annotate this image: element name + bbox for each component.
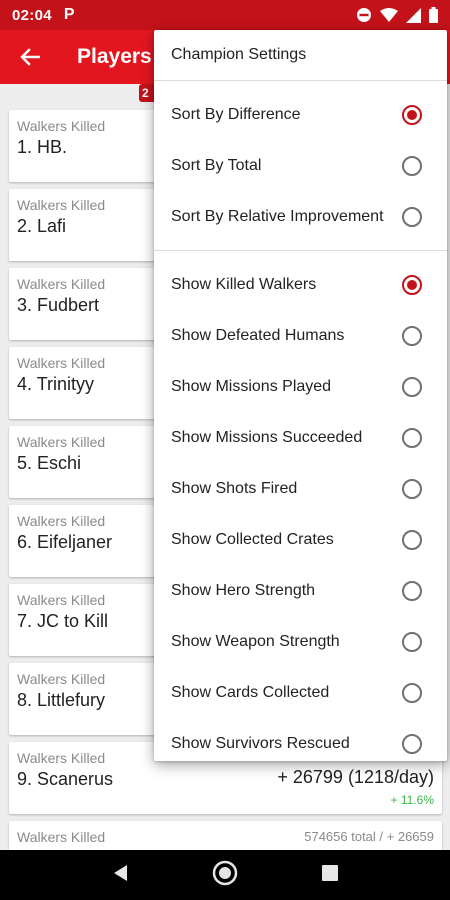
signal-icon bbox=[406, 7, 421, 23]
menu-item-show-weapon-strength[interactable]: Show Weapon Strength bbox=[154, 616, 447, 667]
total-value: 574656 total / + 26659 bbox=[304, 829, 434, 844]
nav-home-button[interactable] bbox=[212, 860, 238, 891]
radio-button[interactable] bbox=[402, 529, 422, 550]
back-button[interactable] bbox=[0, 30, 60, 84]
menu-item-sort-by-difference[interactable]: Sort By Difference bbox=[154, 89, 447, 140]
menu-item-show-hero-strength[interactable]: Show Hero Strength bbox=[154, 565, 447, 616]
menu-item-show-killed-walkers[interactable]: Show Killed Walkers bbox=[154, 259, 447, 310]
stat-label: Walkers Killed bbox=[17, 750, 106, 766]
menu-item-show-defeated-humans[interactable]: Show Defeated Humans bbox=[154, 310, 447, 361]
system-nav-bar bbox=[0, 850, 450, 900]
player-name: 6. Eifeljaner bbox=[17, 532, 113, 552]
menu-item-label: Show Hero Strength bbox=[171, 581, 316, 599]
radio-button[interactable] bbox=[402, 733, 422, 754]
stat-label: Walkers Killed bbox=[17, 355, 106, 371]
menu-item-label: Show Collected Crates bbox=[171, 530, 334, 548]
radio-button[interactable] bbox=[402, 206, 422, 227]
stat-label: Walkers Killed bbox=[17, 592, 106, 608]
sort-options-group: Sort By Difference Sort By Total Sort By… bbox=[154, 81, 447, 250]
menu-item-label: Show Shots Fired bbox=[171, 479, 298, 497]
menu-item-show-collected-crates[interactable]: Show Collected Crates bbox=[154, 514, 447, 565]
triangle-back-icon bbox=[114, 864, 127, 881]
radio-button[interactable] bbox=[402, 682, 422, 703]
page-title: Players bbox=[77, 45, 152, 68]
stat-label: Walkers Killed bbox=[17, 434, 106, 450]
status-icons bbox=[356, 7, 438, 23]
menu-item-show-missions-played[interactable]: Show Missions Played bbox=[154, 361, 447, 412]
champion-settings-menu: Champion Settings Sort By Difference Sor… bbox=[154, 30, 447, 761]
stat-label: Walkers Killed bbox=[17, 829, 106, 845]
do-not-disturb-icon bbox=[356, 7, 372, 23]
square-recents-icon bbox=[322, 864, 338, 881]
player-name: 4. Trinityy bbox=[17, 374, 95, 394]
menu-item-show-missions-succeeded[interactable]: Show Missions Succeeded bbox=[154, 412, 447, 463]
stat-label: Walkers Killed bbox=[17, 513, 106, 529]
menu-item-sort-by-relative-improvement[interactable]: Sort By Relative Improvement bbox=[154, 191, 447, 242]
stat-label: Walkers Killed bbox=[17, 671, 106, 687]
player-name: 1. HB. bbox=[17, 137, 68, 157]
nav-recents-button[interactable] bbox=[322, 864, 338, 886]
nav-back-button[interactable] bbox=[112, 864, 128, 887]
menu-item-label: Show Missions Succeeded bbox=[171, 428, 363, 446]
circle-home-icon bbox=[212, 860, 238, 885]
player-name: 5. Eschi bbox=[17, 453, 82, 473]
menu-item-label: Show Weapon Strength bbox=[171, 632, 340, 650]
menu-item-show-survivors-rescued[interactable]: Show Survivors Rescued bbox=[154, 718, 447, 769]
arrow-back-icon bbox=[20, 48, 40, 66]
status-time: 02:04 bbox=[12, 6, 52, 24]
player-name: 2. Lafi bbox=[17, 216, 67, 236]
radio-button[interactable] bbox=[402, 478, 422, 499]
battery-icon bbox=[429, 7, 438, 23]
improvement-percent: + 11.6% bbox=[390, 793, 434, 807]
menu-item-label: Show Missions Played bbox=[171, 377, 332, 395]
show-options-group: Show Killed Walkers Show Defeated Humans… bbox=[154, 251, 447, 777]
menu-item-show-shots-fired[interactable]: Show Shots Fired bbox=[154, 463, 447, 514]
menu-item-label: Show Survivors Rescued bbox=[171, 734, 350, 752]
menu-item-label: Sort By Relative Improvement bbox=[171, 207, 384, 225]
player-card[interactable]: Walkers Killed 574656 total / + 26659 bbox=[9, 821, 442, 850]
radio-button[interactable] bbox=[402, 155, 422, 176]
stat-label: Walkers Killed bbox=[17, 118, 106, 134]
menu-item-label: Sort By Difference bbox=[171, 105, 301, 123]
radio-button[interactable] bbox=[402, 580, 422, 601]
menu-title: Champion Settings bbox=[171, 46, 307, 63]
notification-p-icon: P bbox=[63, 6, 75, 23]
radio-button[interactable] bbox=[402, 631, 422, 652]
radio-button-checked[interactable] bbox=[402, 274, 422, 295]
menu-item-label: Show Killed Walkers bbox=[171, 275, 317, 293]
menu-item-label: Sort By Total bbox=[171, 156, 262, 174]
player-name: 9. Scanerus bbox=[17, 769, 114, 789]
radio-button[interactable] bbox=[402, 427, 422, 448]
stat-label: Walkers Killed bbox=[17, 276, 106, 292]
status-bar: 02:04 P bbox=[0, 0, 450, 30]
player-name: 3. Fudbert bbox=[17, 295, 100, 315]
radio-button[interactable] bbox=[402, 325, 422, 346]
player-name: 7. JC to Kill bbox=[17, 611, 109, 631]
menu-item-label: Show Cards Collected bbox=[171, 683, 330, 701]
wifi-icon bbox=[380, 8, 398, 22]
radio-button-checked[interactable] bbox=[402, 104, 422, 125]
menu-item-sort-by-total[interactable]: Sort By Total bbox=[154, 140, 447, 191]
menu-item-label: Show Defeated Humans bbox=[171, 326, 345, 344]
player-name: 8. Littlefury bbox=[17, 690, 106, 710]
stat-label: Walkers Killed bbox=[17, 197, 106, 213]
menu-item-show-cards-collected[interactable]: Show Cards Collected bbox=[154, 667, 447, 718]
radio-button[interactable] bbox=[402, 376, 422, 397]
